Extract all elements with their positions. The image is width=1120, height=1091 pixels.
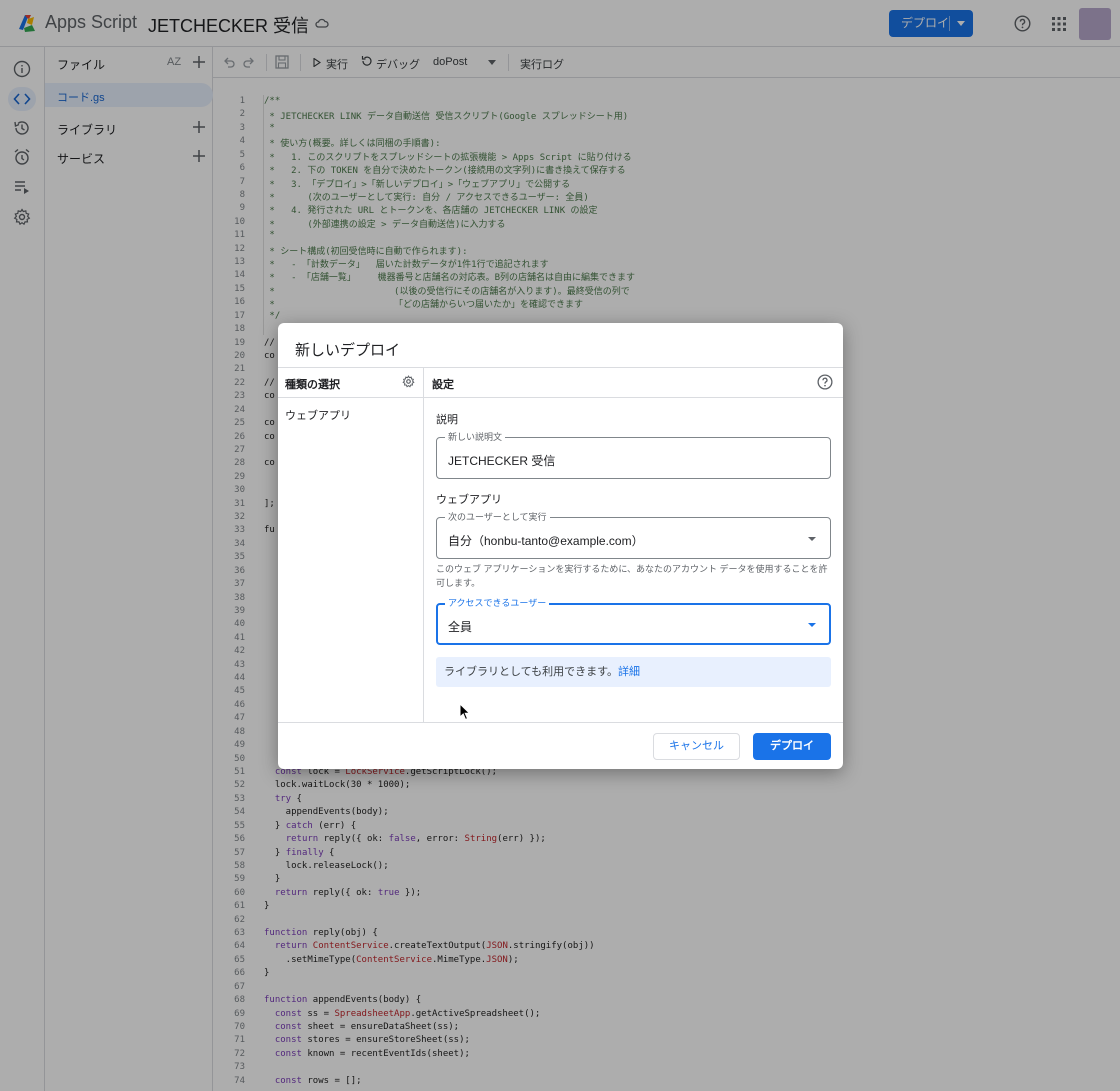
- divider: [278, 367, 843, 368]
- description-section-heading: 説明: [436, 414, 458, 426]
- access-select[interactable]: アクセスできるユーザー 全員: [436, 597, 831, 645]
- deployment-type-web-app[interactable]: ウェブアプリ: [285, 407, 351, 423]
- divider: [278, 722, 843, 723]
- mouse-cursor-icon: [459, 703, 471, 721]
- divider: [423, 367, 424, 723]
- deploy-button[interactable]: デプロイ: [753, 733, 831, 760]
- execute-as-hint: このウェブ アプリケーションを実行するために、あなたのアカウント データを使用す…: [436, 564, 828, 588]
- dialog-title: 新しいデプロイ: [295, 342, 401, 359]
- library-info-banner: ライブラリとしても利用できます。詳細: [436, 657, 831, 687]
- chevron-down-icon: [808, 537, 816, 541]
- execute-as-label: 次のユーザーとして実行: [445, 511, 550, 523]
- divider: [278, 397, 843, 398]
- library-info-text: ライブラリとしても利用できます。: [444, 666, 619, 678]
- web-app-section-heading: ウェブアプリ: [436, 494, 502, 506]
- help-circle-icon[interactable]: [817, 374, 833, 390]
- new-deployment-dialog: 新しいデプロイ 種類の選択 ウェブアプリ 設定 説明 新しい説明文 JETCHE…: [278, 323, 843, 769]
- settings-heading: 設定: [432, 379, 454, 391]
- description-field-label: 新しい説明文: [445, 431, 506, 443]
- learn-more-link[interactable]: 詳細: [618, 666, 640, 678]
- access-value: 全員: [448, 620, 473, 634]
- access-label: アクセスできるユーザー: [445, 597, 550, 609]
- cancel-button[interactable]: キャンセル: [653, 733, 740, 760]
- execute-as-value: 自分（honbu-tanto@example.com）: [448, 534, 644, 548]
- description-field[interactable]: 新しい説明文 JETCHECKER 受信: [436, 431, 831, 479]
- chevron-down-icon: [808, 623, 816, 627]
- gear-icon[interactable]: [402, 375, 415, 388]
- select-type-heading: 種類の選択: [285, 379, 340, 391]
- description-field-value: JETCHECKER 受信: [448, 454, 556, 468]
- execute-as-select[interactable]: 次のユーザーとして実行 自分（honbu-tanto@example.com）: [436, 511, 831, 559]
